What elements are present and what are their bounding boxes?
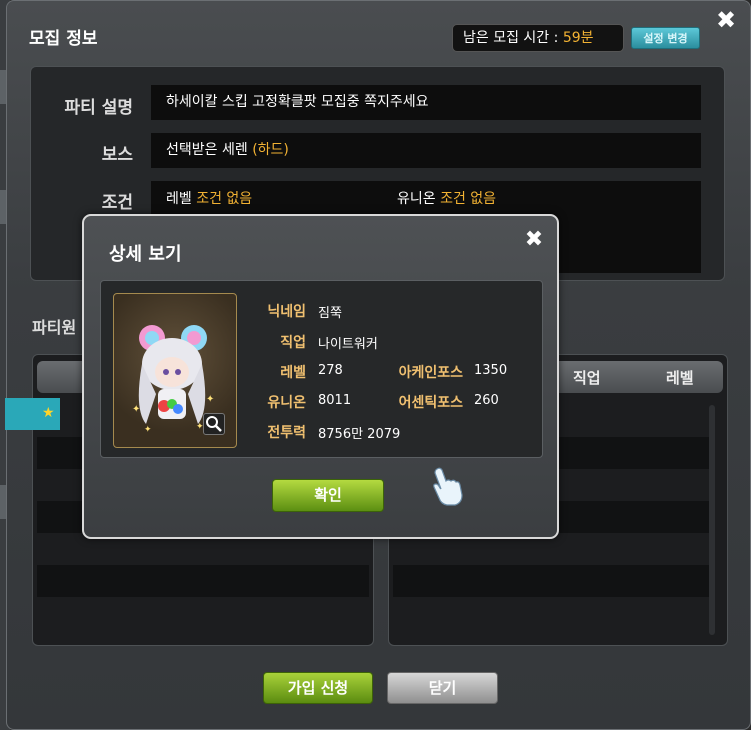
close-button[interactable]: 닫기	[387, 672, 498, 704]
level-label: 레벨	[280, 365, 306, 381]
conditions-label: 조건	[101, 193, 133, 213]
list-row	[393, 565, 709, 597]
job-label: 직업	[280, 335, 306, 351]
boss-label: 보스	[101, 145, 133, 165]
combat-power-value: 8756만 2079	[318, 427, 401, 442]
union-label: 유니온	[267, 395, 306, 411]
hand-cursor-icon	[431, 465, 465, 511]
remaining-time-box: 남은 모집 시간 : 59분	[452, 24, 624, 52]
nickname-value: 짐쭉	[318, 306, 342, 321]
remaining-time-value: 59분	[562, 30, 594, 46]
character-detail-panel: ✦ ✦ ✦ ✦ 닉네임 짐쭉 직업 나이트워커 레벨 278 아케인포스 135…	[100, 280, 543, 458]
apply-button[interactable]: 가입 신청	[263, 672, 373, 704]
boss-field: 선택받은 세렌 (하드)	[151, 133, 701, 168]
level-condition-value: 조건 없음	[196, 191, 253, 207]
combat-power-label: 전투력	[267, 425, 306, 441]
remaining-time-label: 남은 모집 시간 :	[463, 30, 559, 46]
magnifier-icon[interactable]	[203, 413, 225, 435]
nickname-label: 닉네임	[267, 304, 306, 320]
close-icon[interactable]: ✖	[714, 8, 738, 32]
level-column-header: 레벨	[666, 369, 694, 387]
svg-text:✦: ✦	[132, 404, 140, 415]
union-value: 8011	[318, 393, 352, 408]
arcane-force-value: 1350	[474, 363, 508, 378]
level-value: 278	[318, 363, 343, 378]
change-settings-button[interactable]: 설정 변경	[631, 27, 700, 49]
description-field: 하세이칼 스킵 고정확클팟 모집중 쪽지주세요	[151, 85, 701, 120]
list-scrollbar[interactable]	[709, 405, 715, 635]
boss-value: 선택받은 세렌	[166, 142, 248, 158]
description-label: 파티 설명	[64, 98, 133, 118]
confirm-button[interactable]: 확인	[272, 479, 384, 512]
svg-text:✦: ✦	[206, 394, 214, 405]
window-title: 모집 정보	[29, 29, 98, 49]
union-condition: 유니온 조건 없음	[397, 188, 496, 208]
authentic-force-value: 260	[474, 393, 499, 408]
popup-close-icon[interactable]: ✖	[522, 228, 546, 252]
party-section-title: 파티원	[32, 318, 77, 337]
svg-text:✦: ✦	[144, 425, 152, 435]
union-condition-label: 유니온	[397, 191, 436, 207]
arcane-force-label: 아케인포스	[398, 365, 463, 381]
boss-difficulty: (하드)	[252, 142, 289, 158]
authentic-force-label: 어센틱포스	[398, 395, 463, 411]
list-row	[37, 565, 369, 597]
popup-title: 상세 보기	[109, 244, 182, 265]
star-icon: ★	[42, 405, 55, 421]
job-value: 나이트워커	[318, 337, 378, 352]
detail-popup: 상세 보기 ✖ ✦ ✦ ✦ ✦ 닉네임 짐쭉 직업 나이트워커 레벨 278 아…	[82, 214, 559, 539]
union-condition-value: 조건 없음	[440, 191, 497, 207]
level-condition-label: 레벨	[166, 191, 192, 207]
job-column-header: 직업	[573, 369, 601, 387]
